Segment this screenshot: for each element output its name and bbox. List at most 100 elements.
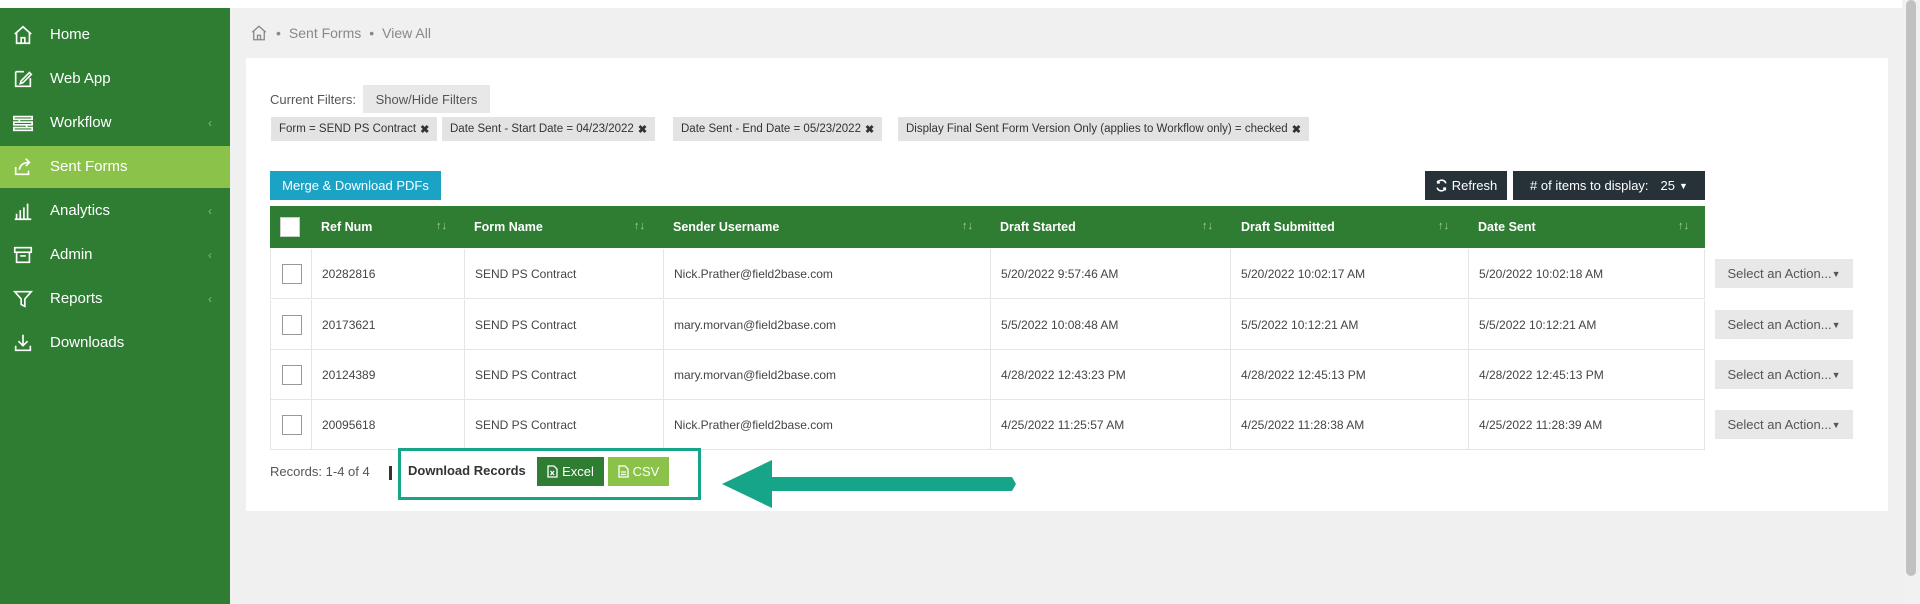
- sidebar-item-label: Web App: [50, 70, 111, 87]
- sidebar-item-label: Admin: [50, 246, 93, 263]
- row-action-dropdown[interactable]: Select an Action... ▼: [1715, 410, 1853, 439]
- workflow-icon: [13, 115, 33, 132]
- sort-icon[interactable]: ↑↓: [436, 220, 447, 232]
- cell-draft-submitted: 4/28/2022 12:45:13 PM: [1230, 350, 1468, 400]
- refresh-button[interactable]: Refresh: [1425, 171, 1507, 200]
- download-records-label: Download Records: [408, 463, 526, 478]
- share-icon: [14, 158, 31, 176]
- excel-label: Excel: [562, 464, 594, 479]
- caret-down-icon: ▼: [1831, 419, 1841, 430]
- cell-form-name: SEND PS Contract: [464, 400, 663, 450]
- current-filters-label: Current Filters:: [270, 92, 356, 107]
- csv-label: CSV: [632, 464, 660, 479]
- row-action-label: Select an Action...: [1727, 266, 1832, 281]
- column-header-ref-num[interactable]: Ref Num: [321, 206, 372, 248]
- refresh-label: Refresh: [1451, 178, 1498, 193]
- cell-draft-started: 5/20/2022 9:57:46 AM: [990, 249, 1230, 299]
- items-per-page-dropdown[interactable]: # of items to display: 25 ▼: [1513, 171, 1705, 200]
- scrollbar-thumb[interactable]: [1906, 0, 1916, 576]
- sidebar-item-reports[interactable]: Reports ‹: [0, 278, 230, 320]
- row-action-dropdown[interactable]: Select an Action... ▼: [1715, 310, 1853, 339]
- filter-chip-label: Display Final Sent Form Version Only (ap…: [906, 123, 1288, 135]
- column-header-form-name[interactable]: Form Name: [474, 206, 543, 248]
- column-header-draft-started[interactable]: Draft Started: [1000, 206, 1076, 248]
- csv-file-icon: [617, 465, 629, 478]
- sidebar-item-downloads[interactable]: Downloads: [0, 322, 230, 364]
- row-action-dropdown[interactable]: Select an Action... ▼: [1715, 360, 1853, 389]
- items-per-page-label: # of items to display:: [1530, 178, 1649, 193]
- cell-ref-num: 20282816: [311, 249, 464, 299]
- sidebar-item-label: Analytics: [50, 202, 111, 219]
- row-border: [1704, 300, 1705, 350]
- cell-sender-username: mary.morvan@field2base.com: [663, 300, 990, 350]
- row-checkbox[interactable]: [282, 365, 302, 385]
- row-action-dropdown[interactable]: Select an Action... ▼: [1715, 259, 1853, 288]
- sort-icon[interactable]: ↑↓: [1678, 220, 1689, 232]
- caret-down-icon: ▼: [1831, 319, 1841, 330]
- footer-divider: [389, 466, 392, 480]
- column-header-date-sent[interactable]: Date Sent: [1478, 206, 1536, 248]
- sidebar-item-label: Home: [50, 26, 91, 43]
- sidebar-item-label: Sent Forms: [50, 158, 128, 175]
- sort-icon[interactable]: ↑↓: [634, 220, 645, 232]
- remove-filter-icon[interactable]: ✖: [638, 123, 647, 136]
- pointer-arrow-annotation: [722, 460, 1016, 508]
- row-border: [1704, 350, 1705, 400]
- download-icon: [14, 334, 32, 352]
- chevron-left-icon: ‹: [208, 292, 212, 306]
- sidebar-item-label: Workflow: [50, 114, 112, 131]
- row-action-label: Select an Action...: [1727, 417, 1832, 432]
- cell-form-name: SEND PS Contract: [464, 300, 663, 350]
- row-border: [270, 400, 271, 450]
- sort-icon[interactable]: ↑↓: [1202, 220, 1213, 232]
- breadcrumb-item-sent-forms[interactable]: Sent Forms: [289, 25, 361, 41]
- filter-chip-end-date: Date Sent - End Date = 05/23/2022 ✖: [673, 117, 883, 141]
- row-border: [1704, 400, 1705, 450]
- chevron-left-icon: ‹: [208, 204, 212, 218]
- row-checkbox[interactable]: [282, 415, 302, 435]
- row-checkbox[interactable]: [282, 264, 302, 284]
- breadcrumb-item-view-all: View All: [382, 25, 431, 41]
- chevron-left-icon: ‹: [208, 248, 212, 262]
- table-row: 20282816 SEND PS Contract Nick.Prather@f…: [270, 249, 1705, 299]
- sidebar-item-web-app[interactable]: Web App: [0, 58, 230, 100]
- row-action-label: Select an Action...: [1727, 367, 1832, 382]
- cell-date-sent: 4/25/2022 11:28:39 AM: [1468, 400, 1705, 450]
- edit-icon: [14, 70, 33, 88]
- remove-filter-icon[interactable]: ✖: [1292, 123, 1301, 136]
- records-label: Records:: [270, 464, 323, 479]
- row-action-label: Select an Action...: [1727, 317, 1832, 332]
- row-border: [270, 300, 271, 350]
- sidebar-item-home[interactable]: Home: [0, 14, 230, 56]
- column-header-sender-username[interactable]: Sender Username: [673, 206, 779, 248]
- download-excel-button[interactable]: Excel: [537, 457, 604, 486]
- filter-icon: [12, 290, 34, 308]
- caret-down-icon: ▼: [1831, 268, 1841, 279]
- sidebar-item-label: Reports: [50, 290, 103, 307]
- cell-form-name: SEND PS Contract: [464, 249, 663, 299]
- filter-chip-final-version: Display Final Sent Form Version Only (ap…: [898, 117, 1309, 141]
- merge-download-pdfs-button[interactable]: Merge & Download PDFs: [270, 171, 441, 200]
- home-icon[interactable]: [250, 24, 268, 42]
- cell-date-sent: 5/5/2022 10:12:21 AM: [1468, 300, 1705, 350]
- cell-sender-username: Nick.Prather@field2base.com: [663, 400, 990, 450]
- sidebar-item-workflow[interactable]: Workflow ‹: [0, 102, 230, 144]
- records-count: 1-4 of 4: [325, 464, 370, 479]
- cell-draft-started: 4/25/2022 11:25:57 AM: [990, 400, 1230, 450]
- remove-filter-icon[interactable]: ✖: [420, 123, 429, 136]
- bar-chart-icon: [14, 203, 32, 221]
- remove-filter-icon[interactable]: ✖: [865, 123, 874, 136]
- sort-icon[interactable]: ↑↓: [1438, 220, 1449, 232]
- sidebar-item-analytics[interactable]: Analytics ‹: [0, 190, 230, 232]
- column-header-draft-submitted[interactable]: Draft Submitted: [1241, 206, 1335, 248]
- filter-chip-label: Form = SEND PS Contract: [279, 123, 417, 135]
- row-checkbox[interactable]: [282, 315, 302, 335]
- caret-down-icon: ▼: [1679, 180, 1688, 191]
- sidebar-item-admin[interactable]: Admin ‹: [0, 234, 230, 276]
- sort-icon[interactable]: ↑↓: [962, 220, 973, 232]
- show-hide-filters-button[interactable]: Show/Hide Filters: [363, 85, 490, 113]
- sidebar-item-sent-forms[interactable]: Sent Forms: [0, 146, 230, 188]
- cell-draft-started: 4/28/2022 12:43:23 PM: [990, 350, 1230, 400]
- download-csv-button[interactable]: CSV: [608, 457, 669, 486]
- select-all-checkbox[interactable]: [280, 217, 300, 237]
